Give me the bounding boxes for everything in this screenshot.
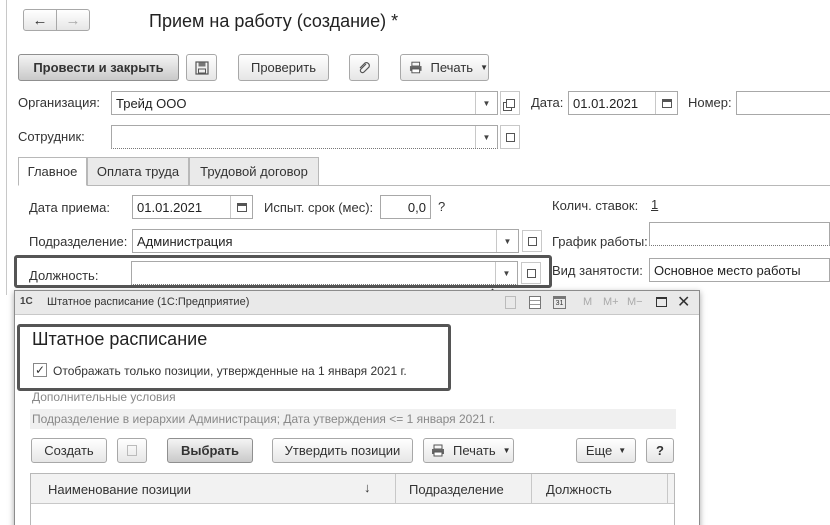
column-header-name[interactable]: Наименование позиции: [48, 482, 191, 497]
app-logo: 1С: [20, 296, 33, 307]
date-value: 01.01.2021: [573, 95, 639, 111]
staffing-titlebar: 1С Штатное расписание (1С:Предприятие) 3…: [15, 291, 699, 315]
memory-minus-icon[interactable]: M−: [627, 296, 643, 308]
calendar-icon[interactable]: [655, 92, 677, 114]
popup-print-label: Печать: [453, 443, 496, 458]
back-button[interactable]: ←: [23, 9, 57, 31]
staffing-heading: Штатное расписание: [32, 329, 208, 349]
probation-help-link[interactable]: ?: [438, 199, 445, 214]
chevron-down-icon[interactable]: ▼: [495, 262, 517, 284]
hire-date-label: Дата приема:: [29, 200, 110, 215]
create-button[interactable]: Создать: [31, 438, 107, 463]
tab-main[interactable]: Главное: [18, 157, 87, 186]
date-field[interactable]: 01.01.2021: [568, 91, 678, 115]
open-icon[interactable]: [522, 230, 542, 252]
calendar-icon[interactable]: 31: [553, 296, 566, 309]
post-and-close-button[interactable]: Провести и закрыть: [18, 54, 179, 81]
staffing-window-title: Штатное расписание (1С:Предприятие): [47, 296, 250, 308]
employee-field[interactable]: ▼: [111, 125, 498, 149]
maximize-icon[interactable]: [656, 297, 667, 307]
filter-bar: Подразделение в иерархии Администрация; …: [30, 409, 676, 429]
extra-conditions-label[interactable]: Дополнительные условия: [32, 390, 176, 404]
window-left-border: [6, 0, 7, 295]
hire-date-field[interactable]: 01.01.2021: [132, 195, 253, 219]
positions-table: Наименование позиции ↓ Подразделение Дол…: [30, 473, 675, 525]
position-label: Должность:: [29, 268, 99, 283]
chevron-down-icon[interactable]: ▼: [475, 126, 497, 148]
employment-label: Вид занятости:: [552, 263, 643, 278]
check-button[interactable]: Проверить: [238, 54, 329, 81]
more-button[interactable]: Еще ▼: [576, 438, 636, 463]
org-field[interactable]: Трейд ООО ▼: [111, 91, 498, 115]
print-label: Печать: [430, 60, 474, 75]
column-header-department[interactable]: Подразделение: [409, 482, 504, 497]
attach-button[interactable]: [349, 54, 379, 81]
approve-positions-button[interactable]: Утвердить позиции: [272, 438, 413, 463]
only-approved-label[interactable]: Отображать только позиции, утвержденные …: [53, 364, 407, 378]
forward-button[interactable]: →: [56, 9, 90, 31]
only-approved-checkbox[interactable]: ✓: [33, 363, 47, 377]
printer-icon: [409, 61, 422, 74]
calculator-icon[interactable]: [529, 296, 541, 309]
help-button[interactable]: ?: [646, 438, 674, 463]
calendar-icon[interactable]: [230, 196, 252, 218]
floppy-icon: [194, 60, 209, 75]
table-header: Наименование позиции ↓ Подразделение Дол…: [31, 474, 674, 504]
document-icon[interactable]: [505, 296, 516, 309]
schedule-label: График работы:: [552, 234, 648, 249]
rate-label: Колич. ставок:: [552, 198, 639, 213]
open-icon[interactable]: [500, 91, 520, 115]
org-label: Организация:: [18, 95, 101, 110]
employment-value: Основное место работы: [654, 262, 801, 278]
schedule-field[interactable]: [649, 222, 830, 246]
dept-field[interactable]: Администрация ▼: [132, 229, 519, 253]
chevron-down-icon: ▼: [618, 446, 627, 455]
employment-field[interactable]: Основное место работы: [649, 258, 830, 282]
column-divider: [667, 474, 668, 504]
probation-field[interactable]: 0,0: [380, 195, 431, 219]
tab-payment[interactable]: Оплата труда: [87, 157, 189, 186]
select-button[interactable]: Выбрать: [167, 438, 253, 463]
dept-value: Администрация: [137, 233, 233, 249]
date-label: Дата:: [531, 95, 564, 110]
filter-text: Подразделение в иерархии Администрация; …: [32, 412, 496, 426]
staffing-window: 1С Штатное расписание (1С:Предприятие) 3…: [14, 290, 700, 525]
printer-icon: [432, 444, 444, 457]
tab-contract[interactable]: Трудовой договор: [189, 157, 319, 186]
chevron-down-icon: ▼: [480, 63, 488, 72]
open-icon[interactable]: [521, 262, 541, 284]
employee-label: Сотрудник:: [18, 129, 85, 144]
probation-label: Испыт. срок (мес):: [264, 200, 374, 215]
copy-button[interactable]: [117, 438, 147, 463]
page-title: Прием на работу (создание) *: [149, 11, 399, 31]
open-icon[interactable]: [500, 125, 520, 149]
column-header-position[interactable]: Должность: [546, 482, 612, 497]
column-divider: [395, 474, 396, 504]
column-divider: [531, 474, 532, 504]
chevron-down-icon[interactable]: ▼: [475, 92, 497, 114]
chevron-down-icon[interactable]: ▼: [496, 230, 518, 252]
memory-icon[interactable]: M: [583, 296, 592, 308]
memory-plus-icon[interactable]: M+: [603, 296, 619, 308]
sort-arrow-icon[interactable]: ↓: [364, 480, 371, 495]
org-value: Трейд ООО: [116, 95, 187, 111]
chevron-down-icon: ▼: [502, 446, 511, 455]
dept-label: Подразделение:: [29, 234, 128, 249]
more-label: Еще: [585, 443, 613, 458]
hire-date-value: 01.01.2021: [137, 199, 203, 215]
probation-value: 0,0: [407, 199, 426, 215]
print-button[interactable]: Печать ▼: [400, 54, 489, 81]
position-field[interactable]: ▼: [131, 261, 518, 285]
popup-print-button[interactable]: Печать ▼: [423, 438, 514, 463]
copy-icon: [127, 445, 137, 456]
save-button[interactable]: [186, 54, 217, 81]
number-field[interactable]: [736, 91, 830, 115]
rate-value-link[interactable]: 1: [651, 197, 658, 212]
close-icon[interactable]: ✕: [677, 292, 690, 312]
paperclip-icon: [359, 61, 370, 73]
number-label: Номер:: [688, 95, 732, 110]
